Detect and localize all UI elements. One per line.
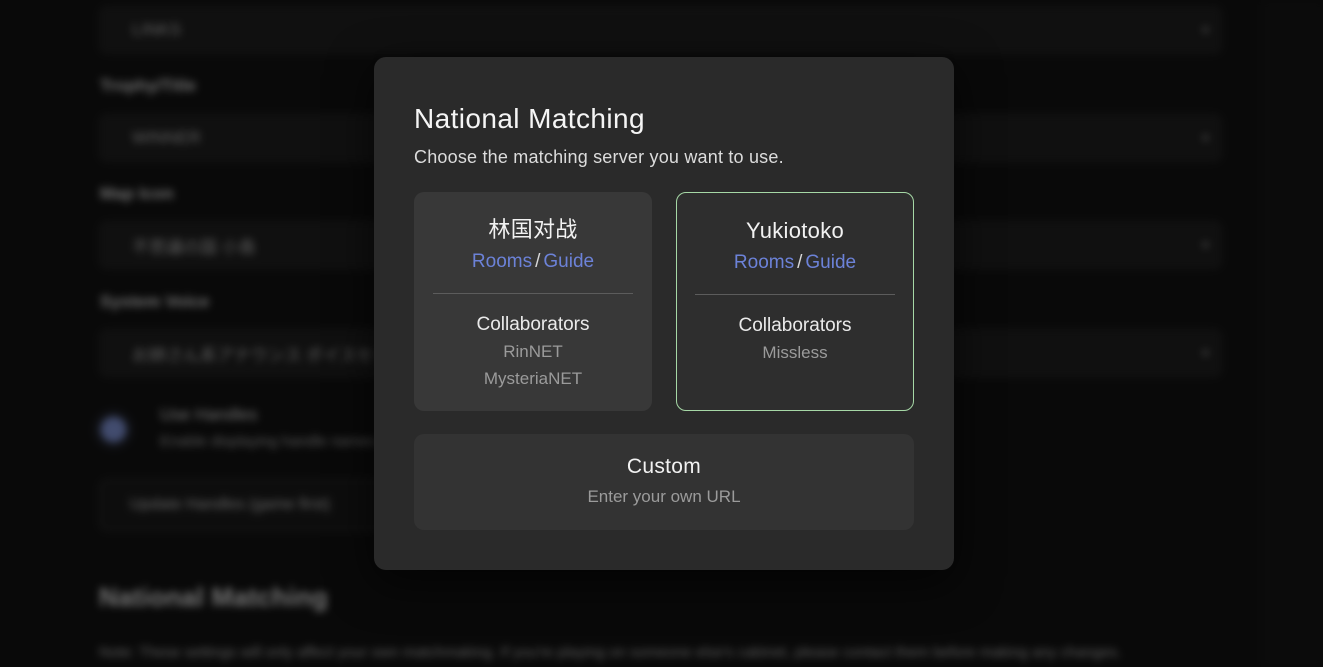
collaborators-label: Collaborators xyxy=(414,313,652,337)
dialog-subtitle: Choose the matching server you want to u… xyxy=(414,146,914,168)
collaborator-name: Missless xyxy=(677,341,913,365)
custom-card-subtitle: Enter your own URL xyxy=(414,486,914,508)
collaborator-name: MysteriaNET xyxy=(414,367,652,391)
link-separator: / xyxy=(797,252,802,273)
server-name: 林国对战 xyxy=(414,217,652,243)
server-options-row: 林国对战 Rooms/Guide Collaborators RinNET My… xyxy=(414,192,914,411)
rooms-link[interactable]: Rooms xyxy=(472,251,532,272)
card-divider xyxy=(433,293,633,294)
rooms-link[interactable]: Rooms xyxy=(734,252,794,273)
card-divider xyxy=(695,294,895,295)
custom-card-title: Custom xyxy=(414,454,914,480)
dialog-title: National Matching xyxy=(414,102,914,136)
server-name: Yukiotoko xyxy=(677,218,913,244)
guide-link[interactable]: Guide xyxy=(543,251,594,272)
collaborator-name: RinNET xyxy=(414,340,652,364)
custom-server-card[interactable]: Custom Enter your own URL xyxy=(414,434,914,530)
national-matching-dialog: National Matching Choose the matching se… xyxy=(374,57,954,570)
server-card-yukiotoko-selected[interactable]: Yukiotoko Rooms/Guide Collaborators Miss… xyxy=(676,192,914,411)
server-links: Rooms/Guide xyxy=(677,251,913,275)
link-separator: / xyxy=(535,251,540,272)
server-links: Rooms/Guide xyxy=(414,250,652,274)
collaborators-label: Collaborators xyxy=(677,314,913,338)
server-card-linguo[interactable]: 林国对战 Rooms/Guide Collaborators RinNET My… xyxy=(414,192,652,411)
guide-link[interactable]: Guide xyxy=(805,252,856,273)
